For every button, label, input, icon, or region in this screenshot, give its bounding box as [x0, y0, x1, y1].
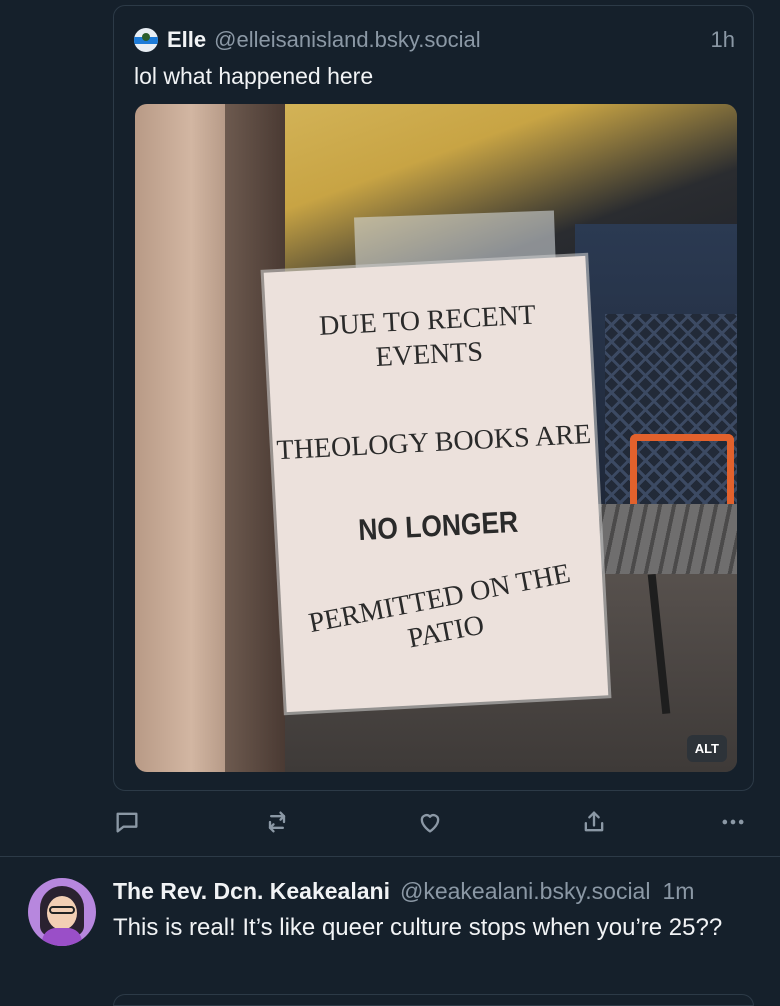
- post-image[interactable]: DUE TO RECENT EVENTS THEOLOGY BOOKS ARE …: [135, 104, 737, 772]
- quoted-post-text: lol what happened here: [134, 63, 374, 89]
- reply-author-name[interactable]: The Rev. Dcn. Keakealani: [113, 878, 390, 905]
- image-sign: DUE TO RECENT EVENTS THEOLOGY BOOKS ARE …: [263, 255, 609, 713]
- sign-line-1: DUE TO RECENT EVENTS: [318, 299, 537, 373]
- repost-icon[interactable]: [263, 808, 291, 836]
- sign-line-3: NO LONGER: [357, 505, 519, 548]
- post-divider: [0, 856, 780, 857]
- avatar-island: [142, 33, 150, 41]
- avatar-glasses: [49, 906, 75, 914]
- reply-author-avatar[interactable]: [28, 878, 96, 946]
- quoted-author-name[interactable]: Elle: [167, 27, 206, 53]
- reply-header: The Rev. Dcn. Keakealani @keakealani.bsk…: [113, 878, 773, 905]
- like-icon[interactable]: [416, 808, 444, 836]
- sign-line-4: PERMITTED ON THE PATIO: [306, 558, 573, 655]
- quoted-post-card[interactable]: Elle @elleisanisland.bsky.social 1h lol …: [113, 5, 754, 791]
- share-icon[interactable]: [580, 808, 608, 836]
- more-icon[interactable]: [719, 808, 747, 836]
- author-avatar[interactable]: [134, 28, 158, 52]
- reply-author-handle[interactable]: @keakealani.bsky.social: [400, 878, 650, 905]
- reply-icon[interactable]: [113, 808, 141, 836]
- image-table: [577, 504, 737, 574]
- alt-text-badge[interactable]: ALT: [686, 735, 727, 762]
- sign-line-2: THEOLOGY BOOKS ARE: [275, 418, 592, 467]
- quoted-post-header: Elle @elleisanisland.bsky.social 1h: [134, 26, 735, 54]
- reply-text: This is real! It’s like queer culture st…: [113, 914, 723, 941]
- quoted-post-time[interactable]: 1h: [711, 27, 735, 53]
- post-actions-bar: [113, 808, 753, 838]
- quoted-author-handle[interactable]: @elleisanisland.bsky.social: [214, 27, 481, 53]
- avatar-shirt: [42, 928, 82, 946]
- reply-time[interactable]: 1m: [662, 878, 694, 905]
- next-card-edge: [113, 994, 754, 1006]
